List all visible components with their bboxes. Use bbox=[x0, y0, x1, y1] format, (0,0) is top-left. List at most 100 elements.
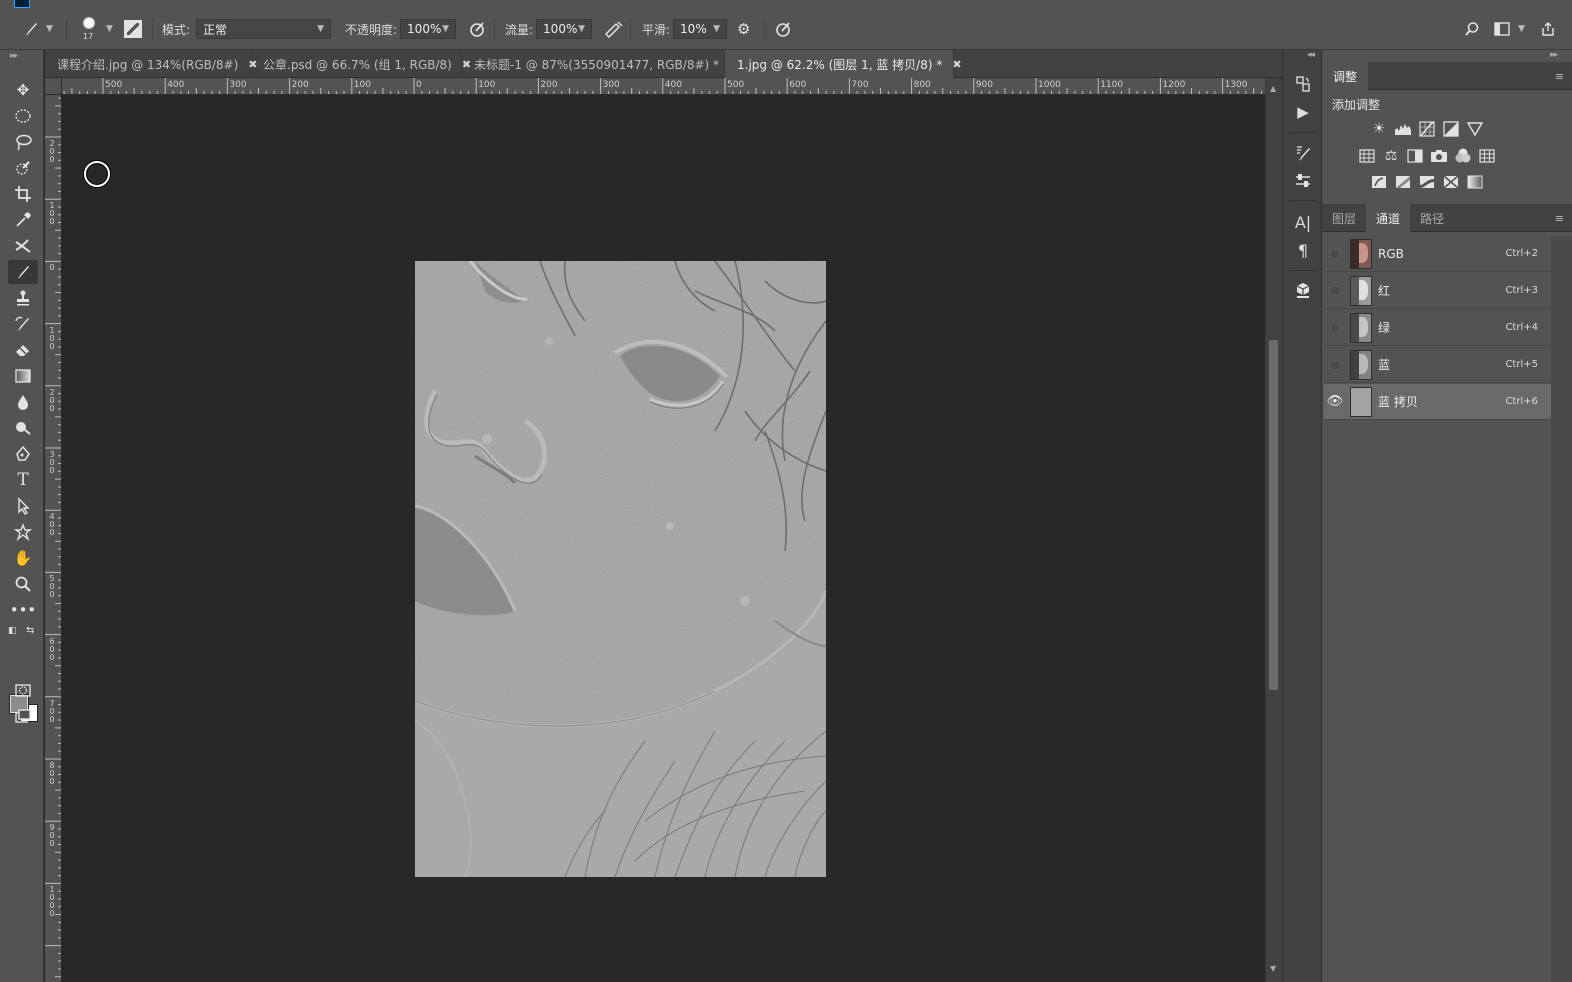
close-icon[interactable]: ✖ bbox=[952, 58, 961, 71]
gradient-map-icon[interactable] bbox=[1466, 173, 1484, 191]
visibility-toggle[interactable]: 👁 bbox=[1326, 384, 1344, 420]
channel-row-green[interactable]: 绿 Ctrl+4 bbox=[1324, 310, 1552, 346]
panel-grip-icon[interactable]: ▸▸ bbox=[10, 51, 18, 61]
pen-tool[interactable] bbox=[8, 442, 38, 466]
document-image[interactable] bbox=[415, 261, 826, 877]
mode-select[interactable]: 正常 ▼ bbox=[196, 19, 332, 39]
character-panel-button[interactable]: A| bbox=[1291, 210, 1315, 234]
hue-saturation-icon[interactable] bbox=[1358, 147, 1376, 165]
posterize-icon[interactable] bbox=[1394, 173, 1412, 191]
history-panel-button[interactable] bbox=[1291, 72, 1315, 96]
threshold-icon[interactable] bbox=[1418, 173, 1436, 191]
channel-row-red[interactable]: 红 Ctrl+3 bbox=[1324, 273, 1552, 309]
collapse-dock-icon[interactable]: ◂◂ bbox=[1307, 50, 1315, 60]
custom-shape-tool[interactable] bbox=[8, 520, 38, 544]
history-brush-tool[interactable] bbox=[8, 312, 38, 336]
levels-icon[interactable] bbox=[1394, 120, 1412, 138]
invert-icon[interactable] bbox=[1370, 173, 1388, 191]
eraser-icon bbox=[16, 345, 29, 356]
crop-tool[interactable] bbox=[8, 182, 38, 206]
search-button[interactable] bbox=[1464, 8, 1480, 50]
collapse-panel-icon[interactable]: ▸▸ bbox=[1550, 50, 1558, 60]
panel-menu-icon[interactable]: ≡ bbox=[1555, 70, 1564, 83]
tab-layers[interactable]: 图层 bbox=[1322, 204, 1366, 232]
canvas-vertical-scrollbar[interactable]: ▲ ▼ bbox=[1265, 78, 1282, 982]
channels-panel-scrollbar[interactable] bbox=[1551, 237, 1572, 982]
scrollbar-thumb[interactable] bbox=[1269, 340, 1278, 690]
smoothing-options-button[interactable]: ⚙ bbox=[737, 8, 750, 50]
blur-tool[interactable] bbox=[8, 390, 38, 414]
hand-tool[interactable]: ✋ bbox=[8, 546, 38, 570]
ruler-origin[interactable] bbox=[45, 78, 62, 95]
brush-presets-panel-button[interactable] bbox=[1291, 169, 1315, 193]
lasso-tool[interactable] bbox=[8, 130, 38, 154]
channel-mixer-icon[interactable] bbox=[1454, 147, 1472, 165]
visibility-toggle[interactable] bbox=[1326, 236, 1344, 272]
brush-settings-panel-button[interactable] bbox=[1291, 141, 1315, 165]
visibility-toggle[interactable] bbox=[1326, 347, 1344, 383]
screen-mode-button[interactable] bbox=[8, 704, 38, 728]
default-colors-icon[interactable]: ◧ bbox=[8, 626, 17, 636]
zoom-tool[interactable] bbox=[8, 572, 38, 596]
tab-adjustments[interactable]: 调整 bbox=[1322, 62, 1368, 90]
channel-row-rgb[interactable]: RGB Ctrl+2 bbox=[1324, 236, 1552, 272]
tab-untitled-1[interactable]: 未标题-1 @ 87%(3550901477, RGB/8#) * ✖ bbox=[462, 50, 738, 78]
workspace-switcher[interactable]: ▼ bbox=[1494, 8, 1525, 50]
quick-selection-tool[interactable] bbox=[8, 156, 38, 180]
brush-tool-icon bbox=[22, 20, 40, 38]
tab-course-intro[interactable]: 课程介绍.jpg @ 134%(RGB/8#) ✖ bbox=[45, 50, 258, 78]
paragraph-panel-button[interactable]: ¶ bbox=[1291, 238, 1315, 262]
exposure-icon[interactable] bbox=[1442, 120, 1460, 138]
opacity-label: 不透明度: bbox=[345, 22, 398, 37]
black-white-icon[interactable] bbox=[1406, 147, 1424, 165]
scroll-up-icon[interactable]: ▲ bbox=[1270, 84, 1276, 93]
scroll-down-icon[interactable]: ▼ bbox=[1270, 964, 1276, 973]
color-balance-icon[interactable]: ⚖ bbox=[1382, 147, 1400, 165]
ruler-tick-label: 800 bbox=[913, 80, 931, 90]
visibility-toggle[interactable] bbox=[1326, 310, 1344, 346]
flow-field[interactable]: 100% ▼ bbox=[536, 19, 593, 39]
color-lookup-icon[interactable] bbox=[1478, 147, 1496, 165]
move-tool[interactable]: ✥ bbox=[8, 78, 38, 102]
eyedropper-tool[interactable] bbox=[8, 208, 38, 232]
path-selection-tool[interactable] bbox=[8, 494, 38, 518]
tab-official-seal[interactable]: 公章.psd @ 66.7% (组 1, RGB/8) ✖ bbox=[251, 50, 471, 78]
brush-settings-toggle[interactable] bbox=[124, 8, 142, 50]
marquee-tool[interactable] bbox=[8, 104, 38, 128]
dodge-tool[interactable] bbox=[8, 416, 38, 440]
type-tool[interactable]: T bbox=[8, 468, 38, 492]
opacity-field[interactable]: 100% ▼ bbox=[400, 19, 457, 39]
share-button[interactable] bbox=[1540, 8, 1556, 50]
brightness-contrast-icon[interactable]: ☀ bbox=[1370, 120, 1388, 138]
photo-filter-icon[interactable] bbox=[1430, 147, 1448, 165]
swap-colors-icon[interactable]: ⇆ bbox=[26, 625, 34, 636]
tab-channels[interactable]: 通道 bbox=[1366, 204, 1410, 232]
3d-panel-button[interactable] bbox=[1291, 278, 1315, 302]
actions-panel-button[interactable]: ▶ bbox=[1291, 100, 1315, 124]
vibrance-icon[interactable] bbox=[1466, 120, 1484, 138]
brush-preset-picker[interactable]: 17 ▼ bbox=[78, 8, 113, 50]
airbrush-button[interactable] bbox=[604, 8, 624, 50]
curves-icon[interactable] bbox=[1418, 120, 1436, 138]
pressure-size-button[interactable] bbox=[774, 8, 792, 50]
clone-stamp-tool[interactable] bbox=[8, 286, 38, 310]
vertical-ruler[interactable]: 20010001002003004005006007008009001000 bbox=[45, 95, 62, 982]
horizontal-ruler[interactable]: 500 400 300 200 100 0 100 200 300 400 500 600 700 800… bbox=[62, 78, 1265, 95]
channel-row-blue[interactable]: 蓝 Ctrl+5 bbox=[1324, 347, 1552, 383]
brush-tool[interactable] bbox=[8, 260, 38, 284]
tab-1-jpg[interactable]: 1.jpg @ 62.2% (图层 1, 蓝 拷贝/8) * ✖ bbox=[725, 50, 962, 78]
smoothing-field[interactable]: 10% ▼ bbox=[673, 19, 728, 39]
selective-color-icon[interactable] bbox=[1442, 173, 1460, 191]
quick-mask-button[interactable] bbox=[8, 678, 38, 702]
spot-healing-tool[interactable] bbox=[8, 234, 38, 258]
tab-paths[interactable]: 路径 bbox=[1410, 204, 1454, 232]
ruler-tick-label: 0 bbox=[49, 263, 55, 273]
gradient-tool[interactable] bbox=[8, 364, 38, 388]
edit-toolbar-button[interactable]: ••• bbox=[8, 598, 38, 622]
visibility-toggle[interactable] bbox=[1326, 273, 1344, 309]
pressure-opacity-button[interactable] bbox=[468, 8, 486, 50]
channel-row-blue-copy[interactable]: 👁 蓝 拷贝 Ctrl+6 bbox=[1324, 384, 1552, 420]
tool-preset-picker[interactable]: ▼ bbox=[22, 8, 53, 50]
eraser-tool[interactable] bbox=[8, 338, 38, 362]
panel-menu-icon[interactable]: ≡ bbox=[1555, 212, 1564, 225]
